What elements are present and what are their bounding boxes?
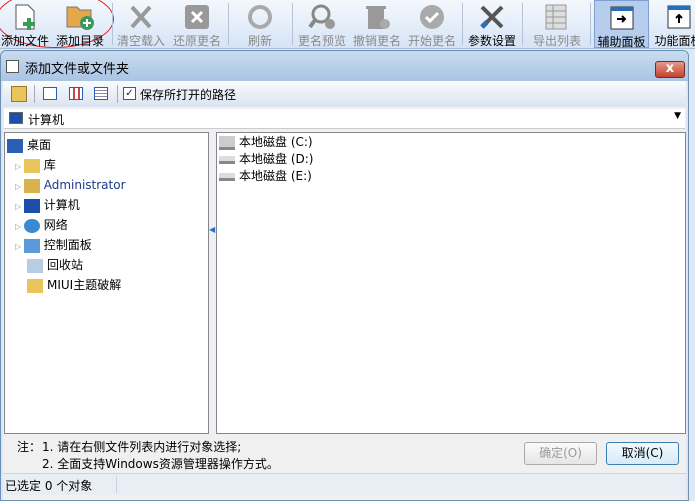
function-panel-icon	[664, 3, 694, 31]
tree-item[interactable]: ▷ Administrator	[7, 175, 208, 195]
tree-item[interactable]: ▷ 计算机	[7, 195, 208, 215]
tree-item[interactable]: ▷ 网络	[7, 215, 208, 235]
save-path-label: 保存所打开的路径	[140, 88, 237, 102]
add-file-icon	[10, 3, 40, 31]
tree-item[interactable]: MIUI主题破解	[7, 275, 208, 295]
drive-icon	[219, 155, 235, 164]
up-folder-icon[interactable]	[11, 86, 27, 102]
function-panel-button[interactable]: 功能面板	[651, 0, 695, 48]
splitter[interactable]: ◀	[209, 132, 216, 434]
tree-item[interactable]: ▷ 库	[7, 155, 208, 175]
note-line-2: 2. 全面支持Windows资源管理器操作方式。	[42, 457, 279, 471]
settings-icon	[477, 3, 507, 31]
start-rename-button[interactable]: 开始更名	[405, 0, 459, 48]
export-button[interactable]: 导出列表	[528, 0, 586, 48]
add-files-dialog: 添加文件或文件夹 x ✓ 保存所打开的路径 计算机 ▼ 桌面 ▷ 库 ▷ Adm…	[0, 50, 689, 501]
tree-item[interactable]: 回收站	[7, 255, 208, 275]
clear-button[interactable]: 清空载入	[115, 0, 167, 48]
undo-rename-icon	[362, 3, 392, 31]
main-toolbar: 添加文件 添加目录 清空载入 还原更名 刷新 更名预览 撤销更名 开始更名 参数…	[0, 0, 695, 49]
note-prefix: 注：	[17, 440, 42, 454]
status-bar: 已选定 0 个对象	[3, 473, 686, 495]
list-item[interactable]: 本地磁盘 (D:)	[219, 151, 685, 168]
cancel-button[interactable]: 取消(C)	[606, 442, 679, 465]
tree-item[interactable]: ▷ 控制面板	[7, 235, 208, 255]
restore-icon	[182, 3, 212, 31]
refresh-icon	[245, 3, 275, 31]
app-icon	[6, 60, 19, 73]
address-value: 计算机	[28, 113, 65, 127]
close-button[interactable]: x	[655, 61, 685, 78]
folder-tree[interactable]: 桌面 ▷ 库 ▷ Administrator ▷ 计算机 ▷ 网络 ▷ 控制面板…	[4, 132, 209, 434]
preview-icon	[307, 3, 337, 31]
start-rename-icon	[417, 3, 447, 31]
computer-icon	[23, 198, 40, 213]
refresh-button[interactable]: 刷新	[232, 0, 288, 48]
user-folder-icon	[23, 178, 40, 193]
add-folder-icon	[65, 3, 95, 31]
export-icon	[542, 3, 572, 31]
dropdown-arrow-icon[interactable]: ▼	[674, 111, 681, 121]
computer-icon	[9, 112, 23, 124]
preview-button[interactable]: 更名预览	[295, 0, 349, 48]
ok-button[interactable]: 确定(O)	[524, 442, 597, 465]
recycle-bin-icon	[27, 258, 43, 273]
desktop-icon	[7, 138, 23, 153]
restore-button[interactable]: 还原更名	[170, 0, 224, 48]
view-details-icon[interactable]	[94, 87, 108, 100]
save-path-checkbox[interactable]: ✓	[123, 87, 136, 100]
view-icons-icon[interactable]	[43, 87, 57, 100]
drive-icon	[219, 172, 235, 181]
note-line-1: 1. 请在右侧文件列表内进行对象选择;	[42, 440, 242, 454]
settings-button[interactable]: 参数设置	[465, 0, 519, 48]
network-icon	[23, 218, 40, 233]
folder-icon	[27, 278, 43, 293]
add-file-button[interactable]: 添加文件	[0, 0, 50, 48]
control-panel-icon	[23, 238, 40, 253]
system-drive-icon	[219, 135, 235, 150]
list-item[interactable]: 本地磁盘 (E:)	[219, 168, 685, 185]
library-icon	[23, 158, 40, 173]
address-combo[interactable]: 计算机 ▼	[4, 109, 685, 129]
add-folder-button[interactable]: 添加目录	[52, 0, 108, 48]
view-list-icon[interactable]	[69, 87, 83, 100]
list-item[interactable]: 本地磁盘 (C:)	[219, 134, 685, 151]
status-text: 已选定 0 个对象	[5, 479, 93, 493]
tree-item[interactable]: 桌面	[7, 135, 208, 155]
clear-icon	[126, 3, 156, 31]
file-list[interactable]: 本地磁盘 (C:) 本地磁盘 (D:) 本地磁盘 (E:)	[216, 132, 686, 434]
dialog-toolbar: ✓ 保存所打开的路径	[3, 81, 686, 107]
aux-panel-button[interactable]: 辅助面板	[594, 0, 649, 49]
dialog-titlebar: 添加文件或文件夹 x	[1, 51, 688, 81]
dialog-title: 添加文件或文件夹	[25, 62, 130, 77]
undo-rename-button[interactable]: 撤销更名	[350, 0, 404, 48]
aux-panel-icon	[607, 4, 637, 32]
